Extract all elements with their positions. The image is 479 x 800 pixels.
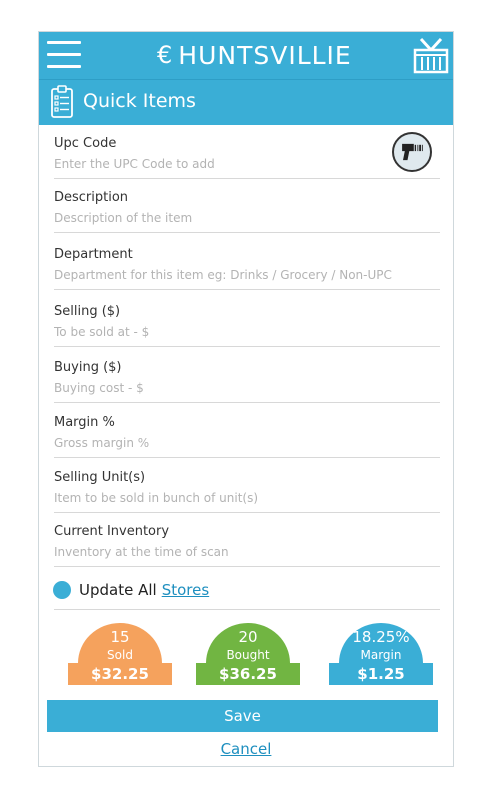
description-label: Description bbox=[54, 190, 129, 205]
brand-logo: € HUNTSVILLIE bbox=[157, 40, 352, 70]
logo-icon: € bbox=[157, 41, 173, 69]
selling-field: Selling ($) bbox=[54, 304, 440, 347]
upc-field: Upc Code bbox=[54, 136, 440, 179]
app-frame: € HUNTSVILLIE Quick Items Upc Code Enter… bbox=[38, 31, 454, 767]
description-field: Description bbox=[54, 190, 440, 233]
department-field: Department bbox=[54, 247, 440, 290]
buying-field: Buying ($) bbox=[54, 360, 440, 403]
update-all-label: Update All bbox=[79, 581, 157, 599]
brand-name: HUNTSVILLIE bbox=[178, 40, 352, 70]
margin-input[interactable] bbox=[54, 436, 394, 450]
upc-input[interactable] bbox=[54, 157, 394, 171]
menu-icon[interactable] bbox=[47, 41, 81, 69]
bought-amount: $36.25 bbox=[219, 665, 277, 683]
margin-percent: 18.25% bbox=[352, 628, 410, 646]
description-input[interactable] bbox=[54, 211, 394, 225]
stores-link[interactable]: Stores bbox=[162, 581, 209, 599]
basket-icon[interactable] bbox=[413, 36, 449, 74]
margin-field: Margin % bbox=[54, 415, 440, 458]
cancel-link[interactable]: Cancel bbox=[39, 740, 453, 758]
save-button[interactable]: Save bbox=[47, 700, 438, 732]
selling-input[interactable] bbox=[54, 325, 394, 339]
sold-label: Sold bbox=[107, 648, 133, 662]
inventory-input[interactable] bbox=[54, 545, 394, 559]
update-all-row: Update All Stores bbox=[53, 577, 209, 603]
inventory-field: Current Inventory bbox=[54, 524, 440, 567]
sold-count: 15 bbox=[110, 628, 130, 646]
margin-amount: $1.25 bbox=[357, 665, 405, 683]
page-header: Quick Items bbox=[39, 79, 453, 125]
selling-label: Selling ($) bbox=[54, 304, 121, 319]
bought-count: 20 bbox=[238, 628, 258, 646]
inventory-label: Current Inventory bbox=[54, 524, 170, 539]
upc-label: Upc Code bbox=[54, 136, 117, 151]
buying-label: Buying ($) bbox=[54, 360, 122, 375]
divider bbox=[54, 609, 440, 610]
page-title: Quick Items bbox=[83, 90, 196, 112]
margin-label: Margin % bbox=[54, 415, 115, 430]
sold-stat: 15 Sold $32.25 bbox=[68, 623, 172, 685]
selling-unit-label: Selling Unit(s) bbox=[54, 470, 146, 485]
buying-input[interactable] bbox=[54, 381, 394, 395]
sold-amount: $32.25 bbox=[91, 665, 149, 683]
bought-label: Bought bbox=[226, 648, 270, 662]
update-all-radio[interactable] bbox=[53, 581, 71, 599]
checklist-icon bbox=[51, 85, 73, 118]
selling-unit-field: Selling Unit(s) bbox=[54, 470, 440, 513]
selling-unit-input[interactable] bbox=[54, 491, 394, 505]
margin-stat: 18.25% Margin $1.25 bbox=[329, 623, 433, 685]
margin-stat-label: Margin bbox=[360, 648, 402, 662]
department-input[interactable] bbox=[54, 268, 434, 282]
department-label: Department bbox=[54, 247, 133, 262]
barcode-scanner-icon[interactable] bbox=[392, 132, 432, 172]
top-bar: € HUNTSVILLIE bbox=[39, 32, 453, 79]
bought-stat: 20 Bought $36.25 bbox=[196, 623, 300, 685]
